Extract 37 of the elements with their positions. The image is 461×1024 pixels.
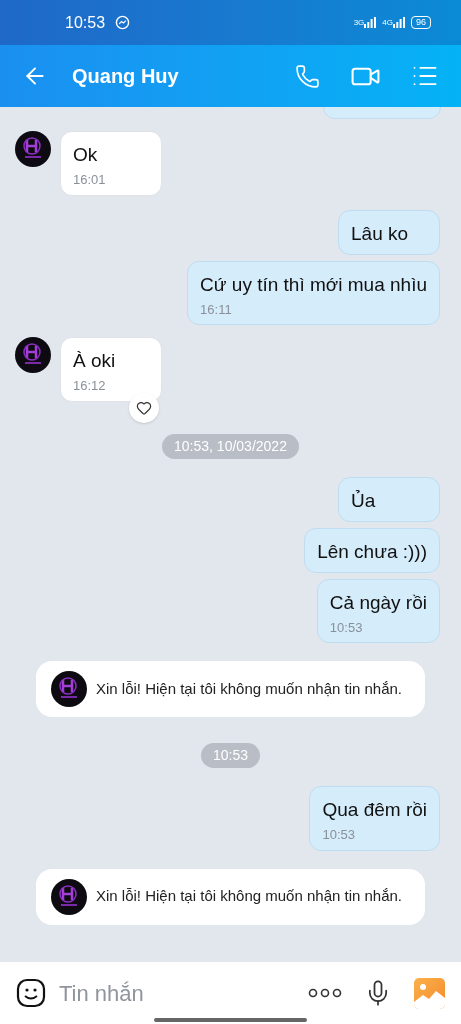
avatar-icon — [15, 337, 51, 373]
message-text: Ủa — [351, 488, 377, 513]
message-time: 16:11 — [200, 300, 233, 319]
message-time: 16:01 — [73, 171, 107, 189]
message-text: Lâu ko — [351, 221, 410, 246]
heart-icon — [136, 399, 152, 416]
message-text: À oki — [73, 349, 117, 373]
status-time: 10:53 — [65, 12, 106, 33]
avatar-icon — [51, 671, 87, 707]
call-button[interactable] — [295, 63, 320, 89]
network-label: 3G — [353, 18, 365, 27]
message-time: 10:53 — [322, 826, 356, 844]
notice-text: Xin lỗi! Hiện tại tôi không muốn nhận tin nhắn. — [96, 886, 403, 907]
message-composer[interactable]: Tin nhắn — [0, 962, 461, 1024]
message-text: Cứ uy tín thì mới mua nhìu — [200, 272, 427, 297]
message-text: Cả ngày rồi — [329, 590, 427, 615]
message-input[interactable]: Tin nhắn — [59, 976, 308, 1010]
date-chip: 10:53, 10/03/2022 — [162, 433, 299, 459]
network-label: 4G — [382, 18, 393, 27]
messenger-icon — [115, 15, 131, 30]
message-text: Lên chưa :))) — [317, 539, 427, 564]
message-time: 16:12 — [73, 377, 107, 395]
message-time: 10:53 — [329, 618, 364, 637]
battery-icon: 96 — [411, 16, 431, 29]
signal-icon — [364, 17, 377, 28]
image-icon[interactable] — [414, 977, 445, 1009]
contact-name: Quang Huy — [72, 64, 179, 89]
more-icon[interactable] — [308, 988, 342, 998]
message-text: Ok — [73, 143, 99, 167]
avatar-icon — [15, 131, 51, 167]
notice-text: Xin lỗi! Hiện tại tôi không muốn nhận tin nhắn. — [96, 678, 403, 699]
sticker-icon[interactable] — [16, 978, 46, 1008]
avatar-icon — [51, 878, 87, 915]
message-text: Qua đêm rồi — [322, 798, 427, 822]
signal-icon — [393, 17, 405, 28]
date-chip: 10:53 — [200, 743, 260, 768]
heart-reaction-button[interactable] — [129, 392, 159, 423]
